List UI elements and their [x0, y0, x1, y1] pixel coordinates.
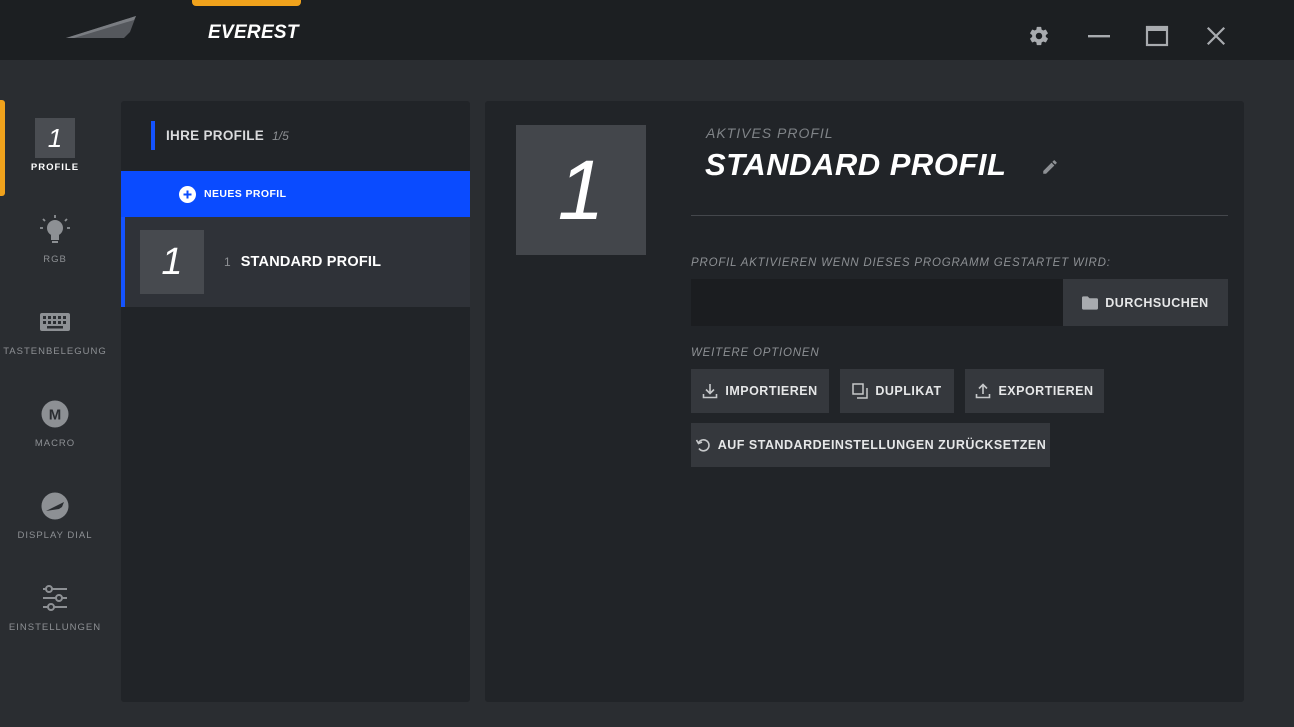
macro-icon: M: [41, 400, 69, 428]
profile-index: 1: [224, 255, 231, 269]
minimize-icon: [1088, 35, 1110, 38]
active-profile-name: STANDARD PROFIL: [705, 147, 1007, 182]
plus-circle-icon: [179, 185, 196, 203]
new-profile-button[interactable]: NEUES PROFIL: [121, 171, 470, 217]
profiles-panel: IHRE PROFILE 1/5 NEUES PROFIL 1 1 STANDA…: [121, 101, 470, 702]
profile-thumbnail: 1: [140, 230, 204, 294]
nav-active-indicator: [0, 100, 5, 196]
title-bar: EVEREST: [0, 0, 1294, 60]
more-options-label: WEITERE OPTIONEN: [691, 347, 820, 359]
reset-icon: [695, 437, 711, 453]
display-dial-icon: [41, 492, 69, 520]
nav-item-einstellungen[interactable]: EINSTELLUNGEN: [0, 560, 110, 652]
nav-item-label: DISPLAY DIAL: [17, 530, 93, 541]
duplicate-label: DUPLIKAT: [875, 384, 942, 398]
folder-icon: [1082, 295, 1099, 311]
section-divider: [691, 215, 1228, 216]
import-label: IMPORTIEREN: [725, 384, 818, 398]
profiles-heading: IHRE PROFILE 1/5: [151, 121, 289, 150]
nav-item-label: MACRO: [34, 438, 76, 449]
nav-item-label: TASTENBELEGUNG: [3, 346, 107, 357]
active-profile-tile: 1: [516, 125, 646, 255]
profile-list-item[interactable]: 1 1 STANDARD PROFIL: [121, 217, 470, 307]
nav-item-label: PROFILE: [30, 162, 80, 173]
download-icon: [702, 383, 718, 399]
active-profile-label: AKTIVES PROFIL: [706, 125, 834, 141]
brand-logo: [66, 16, 136, 38]
sliders-icon: [43, 585, 67, 611]
import-button[interactable]: IMPORTIEREN: [691, 369, 829, 413]
settings-button[interactable]: [1025, 22, 1053, 50]
nav-item-profile[interactable]: 1 PROFILE: [0, 100, 110, 196]
nav-item-macro[interactable]: M MACRO: [0, 376, 110, 468]
pencil-icon: [1043, 160, 1057, 174]
activate-on-program-label: PROFIL AKTIVIEREN WENN DIESES PROGRAMM G…: [691, 257, 1111, 269]
browse-label: DURCHSUCHEN: [1105, 295, 1209, 310]
upload-icon: [975, 383, 991, 399]
profile-name: STANDARD PROFIL: [240, 254, 382, 270]
nav-item-rgb[interactable]: RGB: [0, 192, 110, 284]
side-navigation: 1 PROFILE RGB TASTENBELEGUNG M MACRO DIS…: [0, 100, 110, 652]
export-button[interactable]: EXPORTIEREN: [965, 369, 1104, 413]
gear-icon: [1030, 26, 1048, 46]
reset-defaults-label: AUF STANDARDEINSTELLUNGEN ZURÜCKSETZEN: [717, 438, 1047, 452]
program-path-input[interactable]: [691, 279, 1063, 326]
copy-icon: [852, 383, 869, 399]
profiles-heading-text: IHRE PROFILE: [166, 128, 265, 143]
nav-item-label: RGB: [43, 254, 67, 265]
profile-detail-panel: 1 AKTIVES PROFIL STANDARD PROFIL PROFIL …: [485, 101, 1244, 702]
close-icon: [1206, 26, 1226, 46]
active-app-tab-accent: [192, 0, 301, 6]
browse-button[interactable]: DURCHSUCHEN: [1063, 279, 1228, 326]
nav-item-label: EINSTELLUNGEN: [8, 622, 102, 633]
export-label: EXPORTIEREN: [998, 384, 1094, 398]
new-profile-label: NEUES PROFIL: [204, 188, 287, 200]
profile-number-icon: 1: [35, 118, 75, 158]
app-title[interactable]: EVEREST: [208, 22, 299, 44]
duplicate-button[interactable]: DUPLIKAT: [840, 369, 954, 413]
keyboard-icon: [40, 313, 70, 331]
lightbulb-icon: [40, 215, 70, 243]
nav-item-tastenbelegung[interactable]: TASTENBELEGUNG: [0, 284, 110, 376]
profiles-count: 1/5: [272, 128, 289, 143]
maximize-icon: [1145, 25, 1169, 47]
maximize-button[interactable]: [1143, 22, 1171, 50]
edit-name-button[interactable]: [1041, 158, 1059, 176]
minimize-button[interactable]: [1085, 22, 1113, 50]
svg-text:M: M: [49, 407, 62, 424]
close-button[interactable]: [1202, 22, 1230, 50]
nav-item-display-dial[interactable]: DISPLAY DIAL: [0, 468, 110, 560]
heading-accent-bar: [151, 121, 155, 150]
reset-defaults-button[interactable]: AUF STANDARDEINSTELLUNGEN ZURÜCKSETZEN: [691, 423, 1050, 467]
